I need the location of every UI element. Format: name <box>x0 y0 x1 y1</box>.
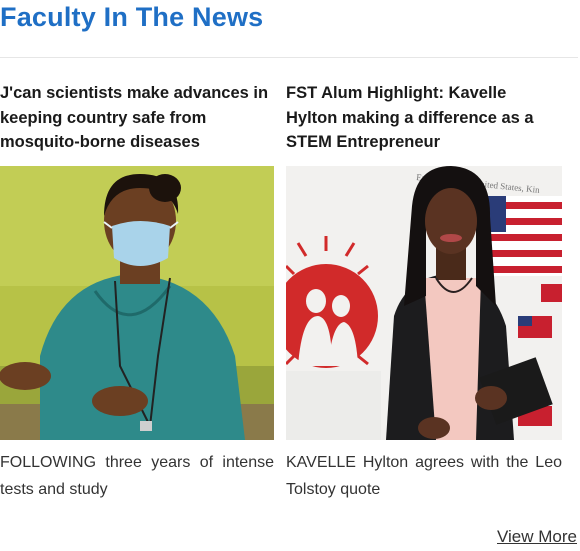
news-card-2-excerpt: KAVELLE Hylton agrees with the Leo Tolst… <box>286 454 562 498</box>
woman-in-mask-photo <box>0 166 274 440</box>
section-title: Faculty In The News <box>0 2 264 32</box>
news-card-2-image[interactable]: Embassy of the United States, Kin <box>286 166 562 440</box>
view-more-link[interactable]: View More <box>497 527 577 547</box>
news-card-2: FST Alum Highlight: Kavelle Hylton makin… <box>286 81 562 498</box>
news-card-1-excerpt: FOLLOWING three years of intense tests a… <box>0 454 274 498</box>
news-card-1-title[interactable]: J'can scientists make advances in keepin… <box>0 81 276 155</box>
news-card-1-image[interactable] <box>0 166 274 440</box>
news-card-1: J'can scientists make advances in keepin… <box>0 81 276 498</box>
news-card-2-title[interactable]: FST Alum Highlight: Kavelle Hylton makin… <box>286 81 562 155</box>
section-divider <box>0 57 578 58</box>
woman-at-embassy-photo: Embassy of the United States, Kin <box>286 166 562 440</box>
